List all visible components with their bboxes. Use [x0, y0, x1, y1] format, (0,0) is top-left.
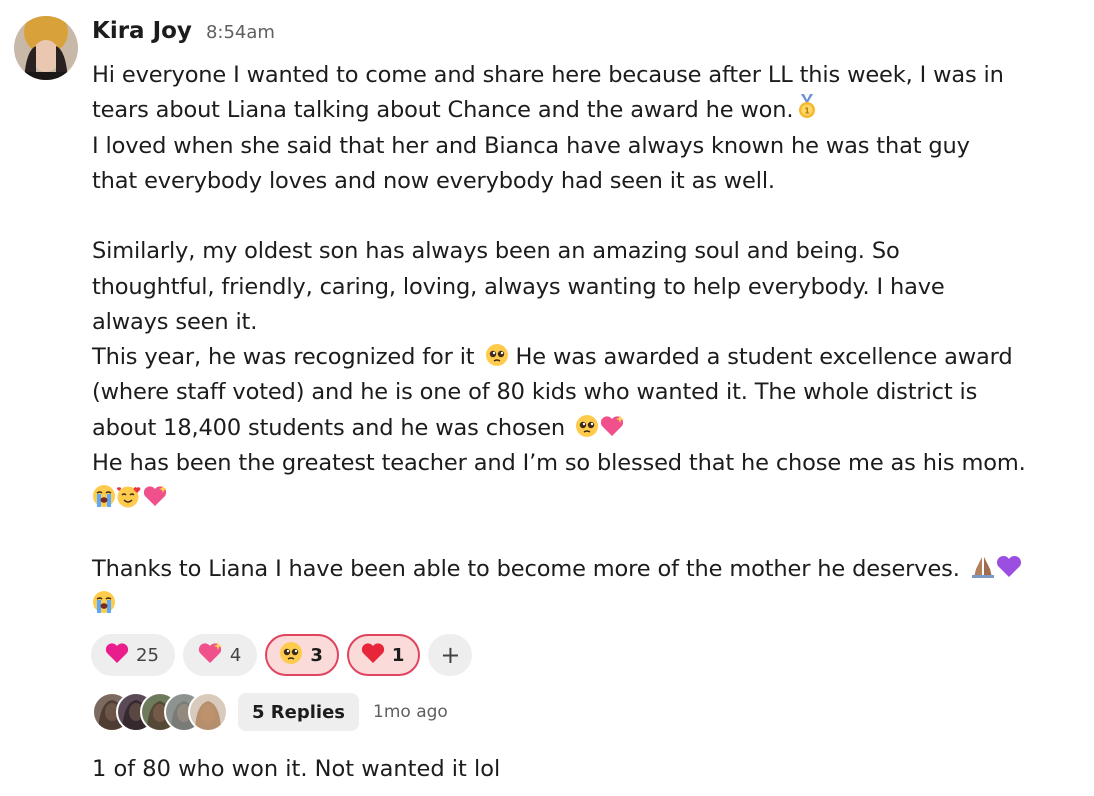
reaction-count: 4 [229, 644, 242, 666]
message-line: I loved when she said that her and Bianc… [92, 132, 970, 159]
message-header: Kira Joy 8:54am [92, 18, 275, 54]
smiling-face-with-hearts-emoji [116, 484, 142, 508]
pleading-face-emoji [575, 414, 599, 438]
reaction-count: 1 [391, 644, 405, 666]
message-timestamp[interactable]: 8:54am [206, 22, 275, 43]
message-line: Thanks to Liana I have been able to beco… [92, 552, 1082, 587]
medal-emoji: 1 [796, 94, 818, 120]
reaction-pleading-face[interactable]: 3 [265, 634, 339, 676]
message-line [92, 481, 1082, 516]
loudly-crying-face-emoji [92, 590, 116, 614]
folded-hands-emoji [970, 555, 996, 579]
message-line: Hi everyone I wanted to come and share h… [92, 62, 1004, 88]
author-avatar[interactable] [14, 16, 78, 80]
sparkling-heart-emoji [142, 484, 168, 508]
reaction-count: 3 [310, 644, 323, 666]
pleading-face-icon [279, 641, 303, 670]
message-line: thoughtful, friendly, caring, loving, al… [92, 273, 945, 300]
thread-summary: 5 Replies 1mo ago [92, 692, 448, 732]
message-line: tears about Liana talking about Chance a… [92, 93, 1082, 128]
avatar [188, 692, 228, 732]
last-reply-time: 1mo ago [373, 702, 448, 722]
message-line: Similarly, my oldest son has always been… [92, 238, 900, 265]
message-line: that everybody loves and now everybody h… [92, 167, 775, 194]
message-line: This year, he was recognized for it He w… [92, 343, 1013, 370]
add-reaction-button[interactable]: + [428, 634, 473, 676]
message-line: He has been the greatest teacher and I’m… [92, 449, 1026, 476]
loudly-crying-face-emoji [92, 484, 116, 508]
message-body: Hi everyone I wanted to come and share h… [92, 58, 1082, 622]
reply-preview: 1 of 80 who won it. Not wanted it lol [92, 756, 501, 782]
message-line: about 18,400 students and he was chosen [92, 411, 1082, 446]
message-line [92, 199, 1082, 234]
reaction-red-heart[interactable]: 1 [346, 634, 421, 676]
purple-heart-emoji [996, 555, 1022, 579]
author-name[interactable]: Kira Joy [92, 18, 192, 44]
reaction-sparkling-heart[interactable]: 4 [182, 634, 258, 676]
message-line [92, 516, 1082, 551]
red-heart-icon [361, 642, 385, 669]
message-line: always seen it. [92, 308, 258, 335]
reactions-bar: 25 4 3 1 + [91, 634, 473, 676]
svg-text:1: 1 [805, 107, 811, 116]
view-replies-button[interactable]: 5 Replies [238, 693, 360, 731]
reply-avatars[interactable] [92, 692, 228, 732]
message-line [92, 587, 1082, 622]
sparkling-heart-emoji [599, 414, 625, 438]
heart-pink-icon [105, 642, 129, 669]
pleading-face-emoji [485, 343, 509, 367]
reaction-heart[interactable]: 25 [91, 634, 175, 676]
message-line: (where staff voted) and he is one of 80 … [92, 379, 978, 406]
reaction-count: 25 [136, 644, 159, 666]
sparkling-heart-icon [197, 641, 223, 670]
